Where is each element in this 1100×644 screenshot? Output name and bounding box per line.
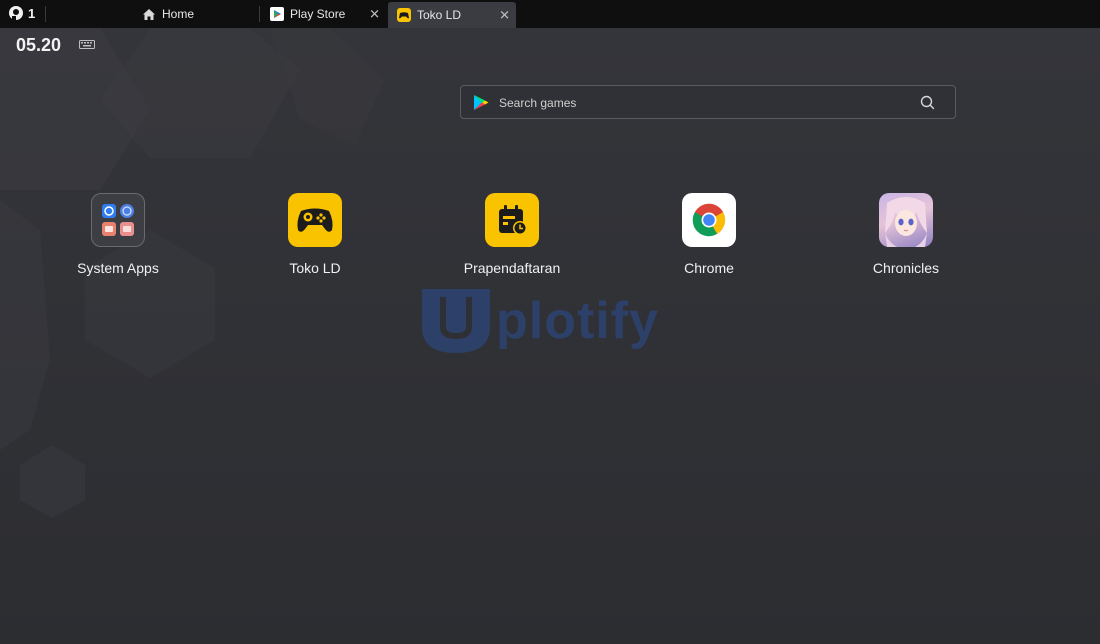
app-label: System Apps xyxy=(77,260,159,276)
app-label: Toko LD xyxy=(289,260,341,276)
ldplayer-logo-icon xyxy=(9,6,23,20)
status-clock: 05.20 xyxy=(16,35,62,55)
app-label: Prapendaftaran xyxy=(463,260,561,276)
search-icon[interactable] xyxy=(920,95,935,110)
close-icon[interactable]: ✕ xyxy=(499,9,510,22)
tab-play-store[interactable]: Play Store ✕ xyxy=(262,0,386,28)
app-chrome[interactable]: Chrome xyxy=(649,193,769,276)
tab-home[interactable]: Home xyxy=(142,0,194,28)
app-toko-ld[interactable]: Toko LD xyxy=(255,193,375,276)
instance-count: 1 xyxy=(28,5,36,21)
watermark-text: plotify xyxy=(496,292,659,350)
app-label: Chrome xyxy=(684,260,734,276)
app-system-apps[interactable]: System Apps xyxy=(58,193,178,276)
tab-bar: 1 Home Play Store ✕ Toko LD ✕ xyxy=(0,0,1100,28)
tab-home-label: Home xyxy=(162,7,195,21)
uplotify-logo-icon xyxy=(422,289,490,353)
play-store-logo-icon xyxy=(474,95,489,110)
uplotify-watermark: plotify xyxy=(420,287,659,355)
home-icon xyxy=(143,8,155,20)
search-input[interactable] xyxy=(497,92,901,114)
app-chronicles[interactable]: Chronicles xyxy=(846,193,966,276)
toko-ld-icon xyxy=(397,8,411,22)
app-prapendaftaran[interactable]: Prapendaftaran xyxy=(452,193,572,276)
tab-play-store-label: Play Store xyxy=(290,7,346,21)
tab-separator xyxy=(259,6,260,22)
chronicles-icon xyxy=(879,193,933,247)
toko-ld-gamepad-icon xyxy=(288,193,342,247)
chrome-icon xyxy=(682,193,736,247)
tab-separator xyxy=(45,6,46,22)
close-icon[interactable]: ✕ xyxy=(369,8,380,21)
tab-toko-ld-label: Toko LD xyxy=(417,8,462,22)
app-label: Chronicles xyxy=(872,260,940,276)
search-games-bar[interactable] xyxy=(460,85,956,119)
system-apps-folder-icon xyxy=(91,193,145,247)
tab-toko-ld[interactable]: Toko LD ✕ xyxy=(388,2,516,28)
keyboard-icon xyxy=(79,40,95,49)
ldplayer-brand[interactable]: 1 xyxy=(8,5,35,21)
play-store-icon xyxy=(270,7,284,21)
calendar-clock-icon xyxy=(485,193,539,247)
